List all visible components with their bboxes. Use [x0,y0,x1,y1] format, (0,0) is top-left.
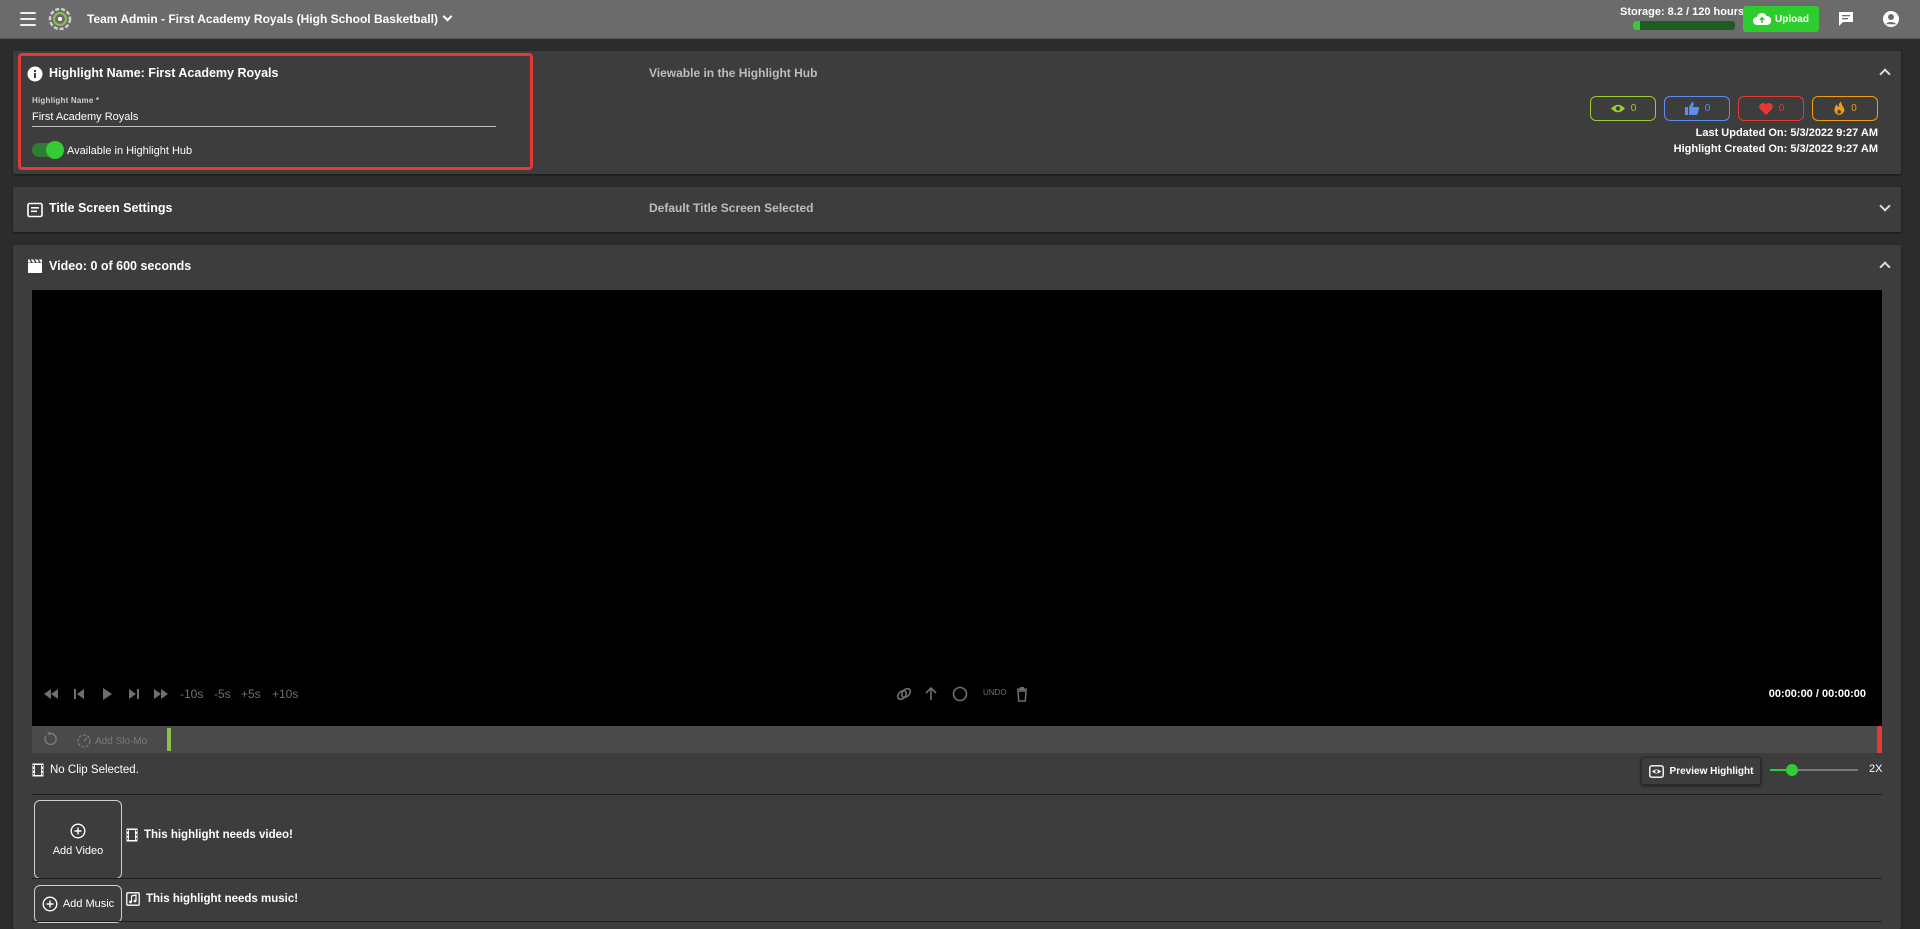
add-circle-icon [42,896,58,912]
speed-label: 2X [1869,763,1883,775]
video-player[interactable]: -10s -5s +5s +10s UNDO 00:00:00 / 00:00:… [32,290,1882,726]
needs-video-label: This highlight needs video! [144,829,293,841]
storage-bar [1633,21,1735,30]
app-logo-icon[interactable] [47,6,73,32]
add-circle-icon [70,822,86,839]
preview-highlight-button[interactable]: Preview Highlight [1641,757,1761,785]
music-note-icon [126,892,140,906]
fast-forward-icon[interactable] [153,686,169,702]
add-slomo-label: Add Slo-Mo [95,735,148,747]
speed-slider-thumb[interactable] [1786,764,1798,776]
step-forward-icon[interactable] [126,686,142,702]
upload-button[interactable]: Upload [1743,6,1819,32]
fire-icon [1834,101,1845,115]
highlight-name-label: Highlight Name * [32,96,100,105]
thumbs-up-icon [1684,102,1699,115]
likes-count: 0 [1704,103,1711,114]
link-icon[interactable] [896,686,912,702]
film-icon [126,828,138,842]
add-video-label: Add Video [52,844,104,857]
loves-count: 0 [1778,103,1785,114]
add-video-button[interactable]: Add Video [34,800,122,879]
highlight-name-title: Highlight Name: First Academy Royals [49,66,279,80]
title-screen-title: Title Screen Settings [49,201,173,215]
storage-bar-fill [1633,21,1640,30]
divider [32,878,1882,879]
account-icon[interactable] [1881,9,1901,29]
team-title: Team Admin - First Academy Royals (High … [87,12,438,26]
storage-indicator: Storage: 8.2 / 120 hours [1620,6,1745,30]
upload-label: Upload [1775,13,1809,25]
views-count: 0 [1630,103,1637,114]
highlight-hub-toggle[interactable] [32,141,64,159]
highlight-hub-toggle-label: Available in Highlight Hub [67,145,193,157]
clip-status: No Clip Selected. [32,763,139,777]
speedometer-icon [77,734,91,748]
skip-forward-5-button[interactable]: +5s [241,687,261,701]
cloud-upload-icon [1753,12,1772,25]
loves-badge[interactable]: 0 [1738,96,1804,121]
skip-forward-10-button[interactable]: +10s [272,687,298,701]
collapse-icon[interactable] [1879,261,1891,273]
collapse-icon[interactable] [1879,68,1891,80]
skip-back-10-button[interactable]: -10s [180,687,203,701]
film-icon [32,763,44,777]
video-title: Video: 0 of 600 seconds [49,259,192,273]
needs-music-message: This highlight needs music! [126,892,298,906]
timeline-end-marker[interactable] [1877,726,1882,753]
preview-icon [1648,764,1664,778]
storage-label: Storage: 8.2 / 120 hours [1620,6,1745,18]
highlight-name-panel: Highlight Name: First Academy Royals Vie… [13,51,1901,174]
expand-icon[interactable] [1879,200,1891,212]
title-screen-status: Default Title Screen Selected [649,201,814,215]
preview-highlight-label: Preview Highlight [1669,765,1754,777]
likes-badge[interactable]: 0 [1664,96,1730,121]
team-selector[interactable]: Team Admin - First Academy Royals (High … [87,11,453,26]
highlight-hub-status: Viewable in the Highlight Hub [649,66,818,80]
last-updated: Last Updated On: 5/3/2022 9:27 AM [1695,127,1878,139]
scrollbar[interactable] [1903,39,1920,929]
no-clip-label: No Clip Selected. [50,764,139,776]
play-icon[interactable] [99,686,115,702]
heart-icon [1758,102,1773,115]
clapperboard-icon [28,259,42,273]
toggle-knob [46,141,64,159]
add-music-button[interactable]: Add Music [34,885,122,923]
rewind-icon[interactable] [43,686,59,702]
video-panel: Video: 0 of 600 seconds -10s -5s +5s +10… [13,245,1901,929]
needs-music-label: This highlight needs music! [146,893,299,905]
speed-slider[interactable] [1770,764,1858,776]
add-slomo-button[interactable]: Add Slo-Mo [77,734,147,748]
info-icon [27,66,43,82]
timecode: 00:00:00 / 00:00:00 [1768,688,1866,700]
highlight-name-input[interactable] [32,107,496,127]
chevron-down-icon [442,11,453,22]
fire-badge[interactable]: 0 [1812,96,1878,121]
timeline[interactable]: Add Slo-Mo [32,726,1882,753]
arrow-up-icon[interactable] [923,686,939,702]
divider [32,921,1882,922]
circle-icon[interactable] [952,686,968,702]
skip-back-5-button[interactable]: -5s [214,687,231,701]
divider [32,794,1882,795]
add-music-label: Add Music [62,898,115,910]
needs-video-message: This highlight needs video! [126,828,293,842]
menu-icon[interactable] [20,12,36,26]
eye-icon [1610,104,1625,113]
title-screen-panel[interactable]: Title Screen Settings Default Title Scre… [13,187,1901,232]
trash-icon[interactable] [1014,686,1030,702]
created-on: Highlight Created On: 5/3/2022 9:27 AM [1673,143,1878,155]
fire-count: 0 [1851,103,1857,114]
reset-icon[interactable] [42,731,58,747]
timeline-start-marker[interactable] [167,728,171,751]
title-screen-icon [27,202,43,218]
top-bar: Team Admin - First Academy Royals (High … [0,0,1920,39]
undo-button[interactable]: UNDO [983,688,1007,697]
views-badge[interactable]: 0 [1590,96,1656,121]
messages-icon[interactable] [1836,9,1856,29]
step-back-icon[interactable] [71,686,87,702]
